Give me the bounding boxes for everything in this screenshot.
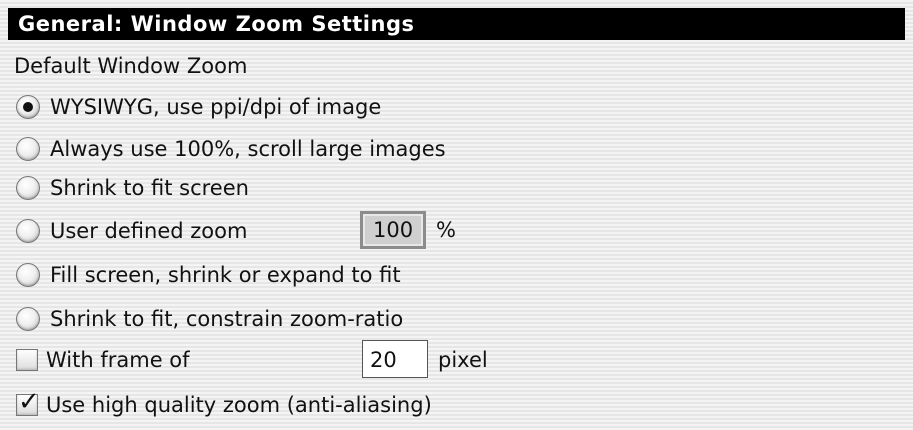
window-zoom-settings-panel: General: Window Zoom Settings Default Wi… <box>0 0 913 430</box>
high-quality-checkbox-label: Use high quality zoom (anti-aliasing) <box>46 393 432 417</box>
radio-shrink-to-fit[interactable] <box>16 176 40 200</box>
high-quality-checkbox-row[interactable]: ✓ Use high quality zoom (anti-aliasing) <box>16 388 432 422</box>
option-wysiwyg-label: WYSIWYG, use ppi/dpi of image <box>50 95 382 119</box>
checkmark-icon: ✓ <box>18 387 40 417</box>
frame-checkbox-label: With frame of <box>46 348 190 372</box>
user-zoom-input[interactable]: 100 <box>360 211 426 249</box>
frame-checkbox-row[interactable]: With frame of <box>16 343 190 377</box>
user-zoom-unit: % <box>436 218 456 242</box>
option-user-defined-zoom-label: User defined zoom <box>50 219 248 243</box>
option-always-100[interactable]: Always use 100%, scroll large images <box>16 132 446 166</box>
high-quality-checkbox[interactable]: ✓ <box>16 389 40 416</box>
frame-checkbox[interactable] <box>16 349 38 371</box>
option-fill-screen[interactable]: Fill screen, shrink or expand to fit <box>16 258 401 292</box>
frame-width-input[interactable]: 20 <box>362 340 428 378</box>
radio-fill-screen[interactable] <box>16 263 40 287</box>
option-always-100-label: Always use 100%, scroll large images <box>50 137 446 161</box>
option-shrink-to-fit[interactable]: Shrink to fit screen <box>16 171 249 205</box>
radio-always-100[interactable] <box>16 137 40 161</box>
option-fill-screen-label: Fill screen, shrink or expand to fit <box>50 263 401 287</box>
option-constrain-zoom-ratio[interactable]: Shrink to fit, constrain zoom-ratio <box>16 302 403 336</box>
option-wysiwyg[interactable]: WYSIWYG, use ppi/dpi of image <box>16 90 381 124</box>
radio-user-defined-zoom[interactable] <box>16 219 40 243</box>
option-shrink-to-fit-label: Shrink to fit screen <box>50 176 249 200</box>
option-user-defined-zoom[interactable]: User defined zoom <box>16 214 247 248</box>
panel-title: General: Window Zoom Settings <box>8 8 905 40</box>
frame-unit: pixel <box>438 348 488 372</box>
radio-wysiwyg[interactable] <box>16 95 40 119</box>
section-label-default-window-zoom: Default Window Zoom <box>14 54 248 78</box>
option-constrain-zoom-ratio-label: Shrink to fit, constrain zoom-ratio <box>50 307 404 331</box>
radio-constrain-zoom-ratio[interactable] <box>16 307 40 331</box>
